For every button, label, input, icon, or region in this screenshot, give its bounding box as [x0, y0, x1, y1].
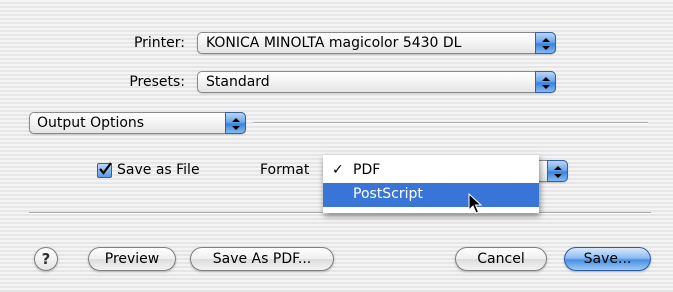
format-option-label: PostScript — [353, 186, 423, 202]
save-as-pdf-button[interactable]: Save As PDF... — [190, 247, 334, 271]
cancel-button[interactable]: Cancel — [455, 247, 547, 271]
up-down-arrows-icon — [535, 71, 556, 93]
up-down-arrows-icon — [535, 32, 556, 54]
printer-popup[interactable]: KONICA MINOLTA magicolor 5430 DL — [197, 32, 556, 54]
help-button[interactable]: ? — [34, 247, 58, 271]
checkmark-icon: ✓ — [332, 162, 344, 178]
format-label: Format — [260, 162, 310, 178]
panel-value: Output Options — [37, 115, 145, 131]
arrow-cursor-icon — [468, 193, 483, 214]
save-button[interactable]: Save... — [564, 247, 651, 271]
printer-label: Printer: — [133, 35, 185, 51]
preview-button[interactable]: Preview — [88, 247, 176, 271]
printer-value: KONICA MINOLTA magicolor 5430 DL — [206, 35, 462, 51]
format-option-pdf[interactable]: ✓ PDF — [323, 159, 539, 183]
format-option-label: PDF — [353, 162, 381, 178]
presets-value: Standard — [206, 74, 270, 90]
save-as-file-label: Save as File — [117, 162, 200, 178]
save-as-file-checkbox[interactable] — [97, 162, 112, 178]
format-menu: ✓ PDF PostScript — [323, 155, 539, 213]
panel-separator — [253, 122, 648, 124]
up-down-arrows-icon — [225, 112, 246, 134]
presets-popup[interactable]: Standard — [197, 71, 556, 93]
presets-label: Presets: — [129, 74, 185, 90]
format-option-postscript[interactable]: PostScript — [323, 183, 539, 207]
checkmark-icon — [99, 162, 112, 175]
up-down-arrows-icon — [547, 160, 568, 182]
panel-popup[interactable]: Output Options — [29, 112, 246, 134]
